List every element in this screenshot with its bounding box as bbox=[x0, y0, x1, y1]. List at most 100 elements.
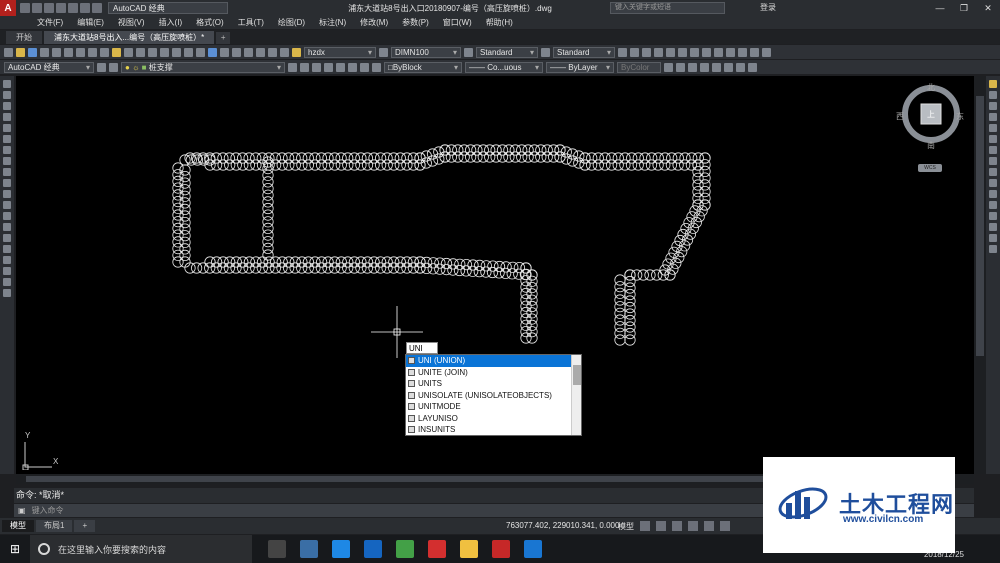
autocomplete-item[interactable]: UNITE (JOIN) bbox=[406, 367, 581, 379]
menu-modify[interactable]: 修改(M) bbox=[353, 16, 395, 29]
pile-circle[interactable] bbox=[614, 281, 626, 293]
menu-draw[interactable]: 绘图(D) bbox=[271, 16, 312, 29]
pile-circle[interactable] bbox=[509, 151, 521, 163]
paste-icon[interactable] bbox=[100, 47, 109, 57]
pile-circle[interactable] bbox=[283, 159, 295, 171]
break-icon[interactable] bbox=[989, 201, 997, 209]
pile-circle[interactable] bbox=[361, 159, 374, 171]
pile-circle[interactable] bbox=[526, 332, 538, 344]
pile-circle[interactable] bbox=[348, 256, 360, 268]
pile-circle[interactable] bbox=[624, 275, 636, 288]
osnap-icon[interactable] bbox=[704, 521, 714, 531]
pile-circle[interactable] bbox=[262, 229, 274, 241]
viewcube-north[interactable]: 北 bbox=[927, 82, 935, 93]
login-button[interactable]: 登录 bbox=[760, 2, 776, 13]
browser-icon[interactable] bbox=[396, 540, 414, 558]
view-tool-icon[interactable] bbox=[700, 62, 709, 72]
pile-circle[interactable] bbox=[342, 262, 354, 274]
join-icon[interactable] bbox=[989, 212, 997, 220]
pile-circle[interactable] bbox=[388, 262, 400, 274]
pile-circle[interactable] bbox=[309, 159, 321, 171]
pile-circle[interactable] bbox=[276, 256, 288, 268]
pile-circle[interactable] bbox=[270, 256, 282, 268]
pile-circle[interactable] bbox=[624, 308, 636, 320]
zoom-window-icon[interactable] bbox=[184, 47, 193, 57]
pile-circle[interactable] bbox=[302, 159, 314, 171]
workspace-dropdown[interactable]: AutoCAD 经典 bbox=[108, 2, 228, 14]
tab-layout1[interactable]: 布局1 bbox=[36, 520, 73, 532]
help-icon[interactable] bbox=[280, 47, 289, 57]
word-icon[interactable] bbox=[524, 540, 542, 558]
view-tool-icon[interactable] bbox=[688, 62, 697, 72]
pile-circle[interactable] bbox=[496, 151, 509, 163]
spline-icon[interactable] bbox=[3, 168, 11, 176]
pile-circle[interactable] bbox=[224, 256, 236, 268]
pile-circle[interactable] bbox=[322, 256, 334, 268]
print-icon[interactable] bbox=[68, 3, 78, 13]
pile-circle[interactable] bbox=[692, 199, 704, 211]
pile-circle[interactable] bbox=[624, 295, 636, 307]
pile-circle[interactable] bbox=[614, 274, 626, 286]
pile-circle[interactable] bbox=[614, 334, 626, 346]
pile-circle[interactable] bbox=[243, 159, 255, 171]
pile-circle[interactable] bbox=[179, 171, 191, 183]
undo-icon[interactable] bbox=[136, 47, 145, 57]
make-block-icon[interactable] bbox=[3, 212, 11, 220]
layer-tool-icon[interactable] bbox=[360, 62, 369, 72]
pile-circle[interactable] bbox=[262, 216, 274, 228]
pile-circle[interactable] bbox=[355, 256, 367, 268]
pile-circle[interactable] bbox=[328, 262, 341, 274]
pile-circle[interactable] bbox=[407, 262, 419, 274]
pile-circle[interactable] bbox=[348, 159, 360, 171]
pile-circle[interactable] bbox=[322, 262, 334, 274]
menu-edit[interactable]: 编辑(E) bbox=[70, 16, 111, 29]
open-file-icon[interactable] bbox=[32, 3, 42, 13]
lineweight-dropdown[interactable]: —— ByLayer ▾ bbox=[546, 61, 614, 73]
pile-circle[interactable] bbox=[179, 223, 191, 235]
pile-circle[interactable] bbox=[685, 159, 698, 171]
pile-circle[interactable] bbox=[250, 262, 262, 274]
pile-circle[interactable] bbox=[335, 262, 347, 274]
pile-circle[interactable] bbox=[388, 159, 400, 171]
pile-circle[interactable] bbox=[599, 159, 611, 171]
view-tool-icon[interactable] bbox=[676, 62, 685, 72]
construction-line-icon[interactable] bbox=[3, 91, 11, 99]
pile-circle[interactable] bbox=[262, 176, 274, 188]
pile-circle[interactable] bbox=[179, 249, 191, 261]
pile-circle[interactable] bbox=[547, 151, 560, 163]
trim-icon[interactable] bbox=[989, 179, 997, 187]
pile-circle[interactable] bbox=[179, 190, 191, 202]
offset-icon[interactable] bbox=[989, 113, 997, 121]
pile-circle[interactable] bbox=[243, 262, 255, 274]
pile-circle[interactable] bbox=[250, 256, 262, 268]
sheet-set-icon[interactable] bbox=[244, 47, 253, 57]
design-center-icon[interactable] bbox=[220, 47, 229, 57]
pile-circle[interactable] bbox=[230, 262, 242, 274]
stretch-icon[interactable] bbox=[989, 168, 997, 176]
pile-circle[interactable] bbox=[420, 157, 432, 169]
model-space-button[interactable]: 模型 bbox=[618, 521, 634, 532]
command-prompt[interactable]: 键入命令 bbox=[32, 505, 64, 516]
pile-circle[interactable] bbox=[224, 159, 236, 171]
new-file-icon[interactable] bbox=[20, 3, 30, 13]
layer-manager-icon[interactable] bbox=[109, 62, 118, 72]
pile-circle[interactable] bbox=[528, 151, 541, 163]
pile-circle[interactable] bbox=[204, 256, 216, 268]
cut-icon[interactable] bbox=[76, 47, 85, 57]
search-input[interactable]: 键入关键字或短语 bbox=[610, 2, 725, 14]
dynamic-input-field[interactable]: UNI bbox=[406, 342, 438, 354]
pile-circle[interactable] bbox=[520, 275, 532, 287]
pile-circle[interactable] bbox=[699, 152, 711, 164]
table-style-dropdown[interactable]: Standard ▾ bbox=[476, 46, 538, 58]
polygon-icon[interactable] bbox=[3, 113, 11, 121]
pile-circle[interactable] bbox=[632, 159, 644, 171]
pile-circle[interactable] bbox=[342, 159, 354, 171]
pile-circle[interactable] bbox=[659, 159, 671, 171]
layer-tool-icon[interactable] bbox=[300, 62, 309, 72]
dimension-tool-icon[interactable] bbox=[654, 47, 663, 57]
pile-circle[interactable] bbox=[381, 159, 393, 171]
pile-circle[interactable] bbox=[394, 262, 406, 274]
ellipse-arc-icon[interactable] bbox=[3, 190, 11, 198]
pile-circle[interactable] bbox=[262, 209, 274, 221]
windows-start-icon[interactable]: ⊞ bbox=[0, 535, 30, 563]
